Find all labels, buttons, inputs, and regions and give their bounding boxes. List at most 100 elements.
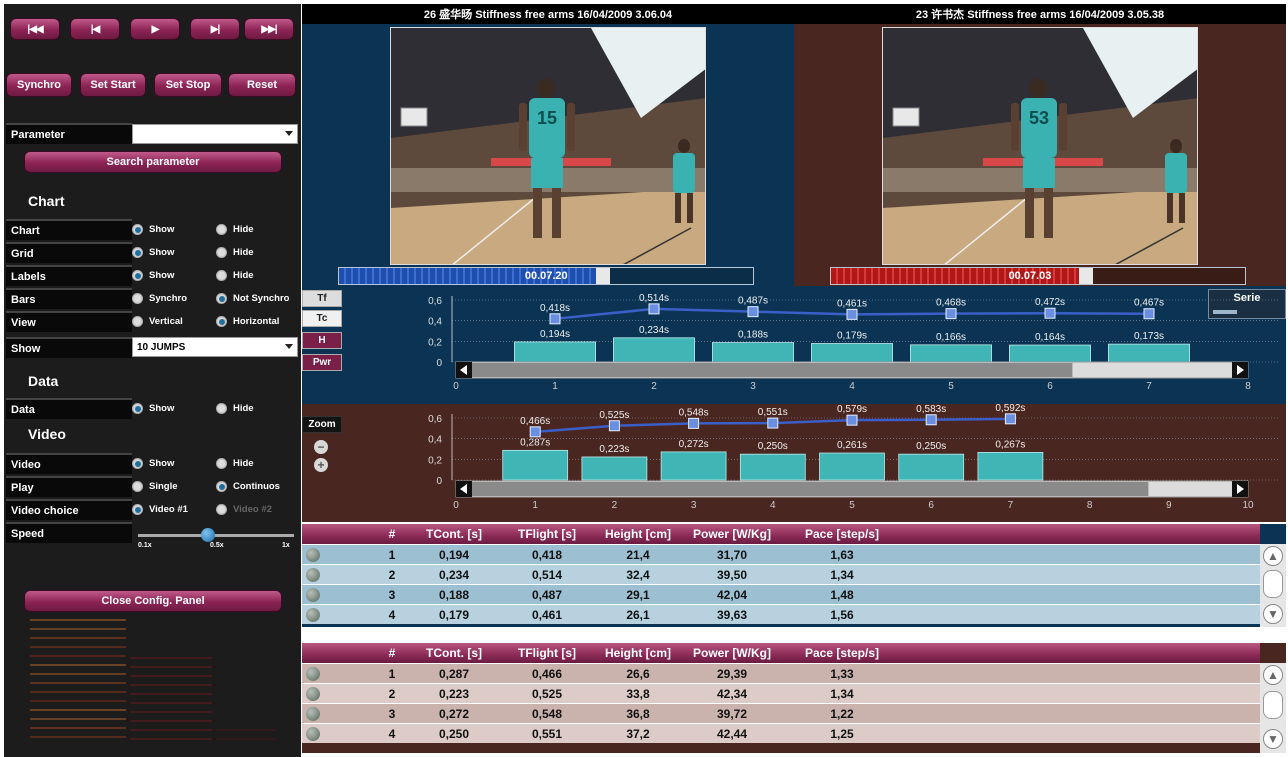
show-select[interactable]: 10 JUMPS <box>132 337 298 357</box>
teammate <box>1165 153 1187 193</box>
play-button[interactable]: ▶ <box>130 18 180 40</box>
speed-label: Speed <box>6 522 132 543</box>
first-frame-button[interactable]: |◀◀ <box>10 18 60 40</box>
x-tick-label: 7 <box>1146 381 1152 392</box>
progress-bar-right[interactable]: 00.07.03 <box>830 267 1246 285</box>
prev-frame-button[interactable]: |◀ <box>70 18 120 40</box>
option-radio[interactable]: Continuos <box>216 481 280 492</box>
column-header[interactable]: Pace [step/s] <box>797 524 887 544</box>
gym-scene-image: 15 <box>391 28 705 264</box>
set-stop-button[interactable]: Set Stop <box>154 73 222 97</box>
tcont-bar <box>613 337 695 363</box>
scroll-up-icon[interactable]: ▲ <box>1263 665 1283 685</box>
option-radio[interactable]: Hide <box>216 458 254 469</box>
table-scrollbar[interactable]: ▲ ▼ <box>1260 663 1286 753</box>
table-row[interactable]: 3 0,188 0,487 29,1 42,04 1,48 <box>302 584 1260 604</box>
table-row[interactable]: 2 0,234 0,514 32,4 39,50 1,34 <box>302 564 1260 584</box>
row-select-icon[interactable] <box>306 667 320 681</box>
scroll-down-icon[interactable]: ▼ <box>1263 604 1283 624</box>
tflight-point <box>767 417 779 429</box>
column-header[interactable]: TFlight [s] <box>512 524 582 544</box>
video-panel-left: 26 盛华旸 Stiffness free arms 16/04/2009 3.… <box>302 4 794 286</box>
option-radio[interactable]: Hide <box>216 247 254 258</box>
table-cell: 1,56 <box>830 608 854 622</box>
column-header[interactable]: TCont. [s] <box>419 643 489 663</box>
option-radio[interactable]: Show <box>132 224 174 235</box>
tcont-data-label: 0,223s <box>599 444 629 455</box>
radio-dot-icon <box>132 270 143 281</box>
x-tick-label: 0 <box>453 500 459 511</box>
data-show-radio[interactable]: Show <box>132 403 174 414</box>
tflight-point <box>945 308 957 320</box>
tcont-bar <box>712 342 794 363</box>
option-radio[interactable]: Hide <box>216 224 254 235</box>
column-header[interactable]: Power [W/Kg] <box>692 643 772 663</box>
row-select-icon[interactable] <box>306 608 320 622</box>
row-select-icon[interactable] <box>306 707 320 721</box>
tflight-data-label: 0,551s <box>758 407 788 418</box>
row-select-icon[interactable] <box>306 548 320 562</box>
scroll-thumb[interactable] <box>1263 570 1283 598</box>
table-cell: 1,25 <box>830 727 854 741</box>
synchro-button[interactable]: Synchro <box>6 73 72 97</box>
column-header[interactable]: # <box>372 524 412 544</box>
scroll-thumb[interactable] <box>1263 691 1283 719</box>
tcont-data-label: 0,234s <box>639 325 669 336</box>
column-header[interactable]: Height [cm] <box>603 643 673 663</box>
table-row[interactable]: 2 0,223 0,525 33,8 42,34 1,34 <box>302 683 1260 703</box>
option-radio[interactable]: Show <box>132 458 174 469</box>
option-radio[interactable]: Synchro <box>132 293 187 304</box>
table-row[interactable]: 3 0,272 0,548 36,8 39,72 1,22 <box>302 703 1260 723</box>
scroll-up-icon[interactable]: ▲ <box>1263 546 1283 566</box>
table-row[interactable]: 1 0,194 0,418 21,4 31,70 1,63 <box>302 544 1260 564</box>
parameter-select[interactable] <box>132 124 298 144</box>
set-start-button[interactable]: Set Start <box>80 73 146 97</box>
tcont-bar <box>819 452 885 481</box>
column-header[interactable]: TFlight [s] <box>512 643 582 663</box>
row-select-icon[interactable] <box>306 568 320 582</box>
table-row[interactable]: 4 0,179 0,461 26,1 39,63 1,56 <box>302 604 1260 624</box>
table-row[interactable]: 1 0,287 0,466 26,6 29,39 1,33 <box>302 663 1260 683</box>
row-select-icon[interactable] <box>306 588 320 602</box>
table-scrollbar[interactable]: ▲ ▼ <box>1260 544 1286 627</box>
option-radio[interactable]: Single <box>132 481 178 492</box>
column-header[interactable]: # <box>372 643 412 663</box>
video-frame-right[interactable]: 53 <box>882 27 1198 265</box>
time-readout-left: 00.07.20 <box>524 270 568 282</box>
table-cell: 1,48 <box>830 588 854 602</box>
player-leg <box>1025 188 1034 238</box>
option-radio[interactable]: Horizontal <box>216 316 279 327</box>
progress-thumb-left[interactable] <box>595 268 610 284</box>
column-header[interactable]: TCont. [s] <box>419 524 489 544</box>
video-panel-right: 23 许书杰 Stiffness free arms 16/04/2009 3.… <box>794 4 1286 286</box>
option-radio[interactable]: Hide <box>216 270 254 281</box>
table-cell: 0,234 <box>438 568 470 582</box>
scroll-down-icon[interactable]: ▼ <box>1263 729 1283 749</box>
option-row-label: Labels <box>6 265 132 286</box>
next-frame-button[interactable]: ▶| <box>190 18 240 40</box>
option-radio[interactable]: Video #1 <box>132 504 188 515</box>
progress-thumb-right[interactable] <box>1079 268 1094 284</box>
option-radio[interactable]: Show <box>132 247 174 258</box>
search-parameter-button[interactable]: Search parameter <box>24 151 282 173</box>
x-tick-label: 1 <box>532 500 538 511</box>
column-header[interactable]: Power [W/Kg] <box>692 524 772 544</box>
data-hide-radio[interactable]: Hide <box>216 403 254 414</box>
table-row[interactable]: 4 0,250 0,551 37,2 42,44 1,25 <box>302 723 1260 743</box>
option-radio[interactable]: Not Synchro <box>216 293 289 304</box>
reset-button[interactable]: Reset <box>228 73 296 97</box>
column-header[interactable]: Height [cm] <box>603 524 673 544</box>
column-header[interactable]: Pace [step/s] <box>797 643 887 663</box>
tcont-bar <box>811 343 893 363</box>
speed-thumb[interactable] <box>201 528 216 542</box>
option-radio[interactable]: Show <box>132 270 174 281</box>
option-radio[interactable]: Vertical <box>132 316 183 327</box>
option-radio[interactable]: Video #2 <box>216 504 272 515</box>
video-frame-left[interactable]: 15 <box>390 27 706 265</box>
tflight-data-label: 0,467s <box>1134 298 1164 309</box>
row-select-icon[interactable] <box>306 687 320 701</box>
last-frame-button[interactable]: ▶▶| <box>244 18 294 40</box>
progress-bar-left[interactable]: 00.07.20 <box>338 267 754 285</box>
row-select-icon[interactable] <box>306 727 320 741</box>
close-config-panel-button[interactable]: Close Config. Panel <box>24 590 282 612</box>
